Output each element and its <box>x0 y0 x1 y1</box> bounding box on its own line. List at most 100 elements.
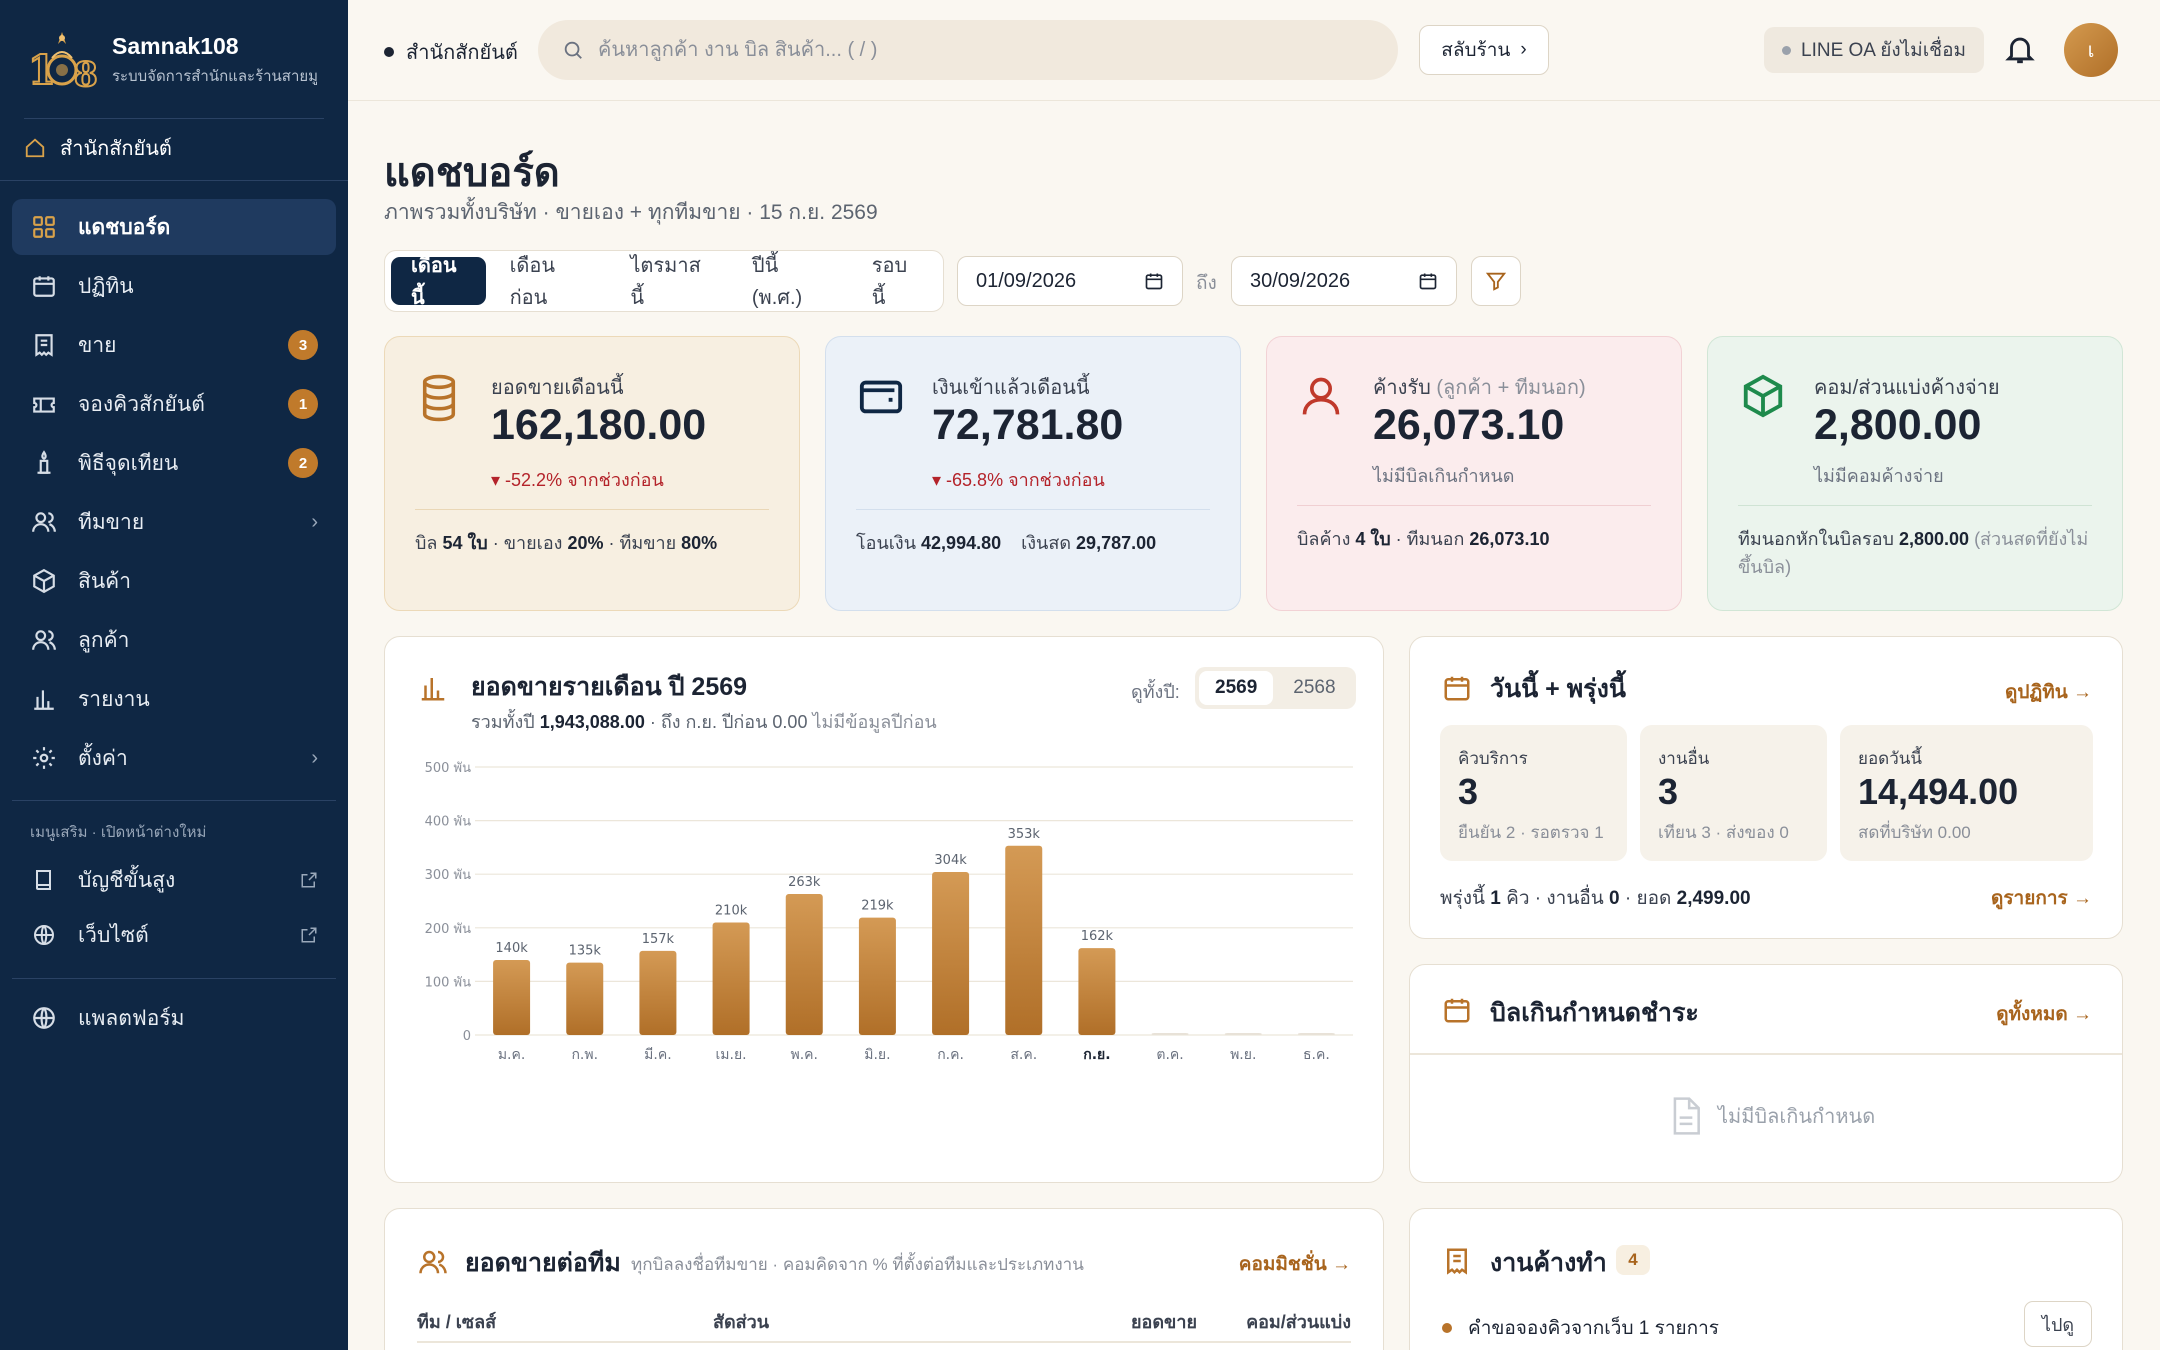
sidebar-item-products[interactable]: สินค้า <box>12 553 336 609</box>
tab-this-month[interactable]: เดือนนี้ <box>391 255 486 309</box>
candle-icon <box>37 450 51 474</box>
calendar-icon <box>1444 676 1470 701</box>
bar <box>858 917 896 1035</box>
y-tick-label: 0 <box>463 1029 471 1044</box>
sidebar-item-settings[interactable]: ตั้งค่า › <box>12 730 336 786</box>
bar <box>1078 948 1116 1035</box>
tab-this-cycle[interactable]: รอบนี้ <box>852 255 937 309</box>
mini-stat-label: ยอดวันนี้ <box>1858 749 1922 768</box>
bar-chart-icon <box>34 690 54 710</box>
column-header-commission[interactable]: คอม/ส่วนแบ่ง <box>1246 1307 1351 1336</box>
date-from-value: 01/09/2026 <box>976 269 1077 292</box>
date-from-field[interactable]: 01/09/2026 <box>957 256 1183 306</box>
commission-link[interactable]: คอมมิชชั่น → <box>1239 1249 1351 1279</box>
divider <box>856 509 1210 510</box>
mini-stat-services[interactable]: คิวบริการ 3 ยืนยัน 2 · รอตรวจ 1 <box>1440 725 1627 861</box>
x-tick-label: ม.ค. <box>498 1047 526 1063</box>
mini-stat-other-jobs[interactable]: งานอื่น 3 เทียน 3 · ส่งของ 0 <box>1640 725 1827 861</box>
go-to-task-button[interactable]: ไปดู <box>2024 1301 2092 1347</box>
topbar: สำนักสักยันต์ สลับร้าน › LINE OA ยังไม่เ… <box>348 0 2160 101</box>
search-input[interactable] <box>598 38 1374 62</box>
column-header-share[interactable]: สัดส่วน <box>713 1307 769 1336</box>
view-list-link[interactable]: ดูรายการ → <box>1991 883 2092 913</box>
office-selector[interactable]: สำนักสักยันต์ <box>24 132 172 164</box>
x-tick-label: ก.ย. <box>1083 1047 1110 1063</box>
stat-label: ยอดขายเดือนนี้ <box>491 377 624 399</box>
mini-stat-sub: สดที่บริษัท 0.00 <box>1858 823 1971 842</box>
users-icon <box>419 1250 447 1274</box>
tab-this-quarter[interactable]: ไตรมาสนี้ <box>610 255 728 309</box>
stat-value: 26,073.10 <box>1373 401 1565 449</box>
coins-icon <box>422 374 456 422</box>
today-tomorrow-title: วันนี้ + พรุ่งนี้ <box>1490 675 1626 703</box>
sidebar-item-advanced-accounting[interactable]: บัญชีขั้นสูง <box>12 852 336 908</box>
chevron-right-icon: › <box>311 746 318 769</box>
search-bar[interactable] <box>538 20 1398 80</box>
x-tick-label: ส.ค. <box>1010 1047 1037 1063</box>
box-icon <box>33 568 55 594</box>
stat-label: เงินเข้าแล้วเดือนนี้ <box>932 377 1090 399</box>
calendar-icon <box>1419 273 1437 290</box>
y-tick-label: 400 พัน <box>425 815 472 830</box>
stat-card-income[interactable]: เงินเข้าแล้วเดือนนี้ 72,781.80 ▾ -65.8% … <box>825 336 1241 611</box>
column-header-team[interactable]: ทีม / เซลส์ <box>417 1307 496 1336</box>
home-icon <box>25 138 45 158</box>
page-title: แดชบอร์ด <box>384 151 560 195</box>
avatar[interactable]: เ <box>2064 23 2118 77</box>
team-sales-card: ยอดขายต่อทีม ทุกบิลลงชื่อทีมขาย · คอมคิด… <box>384 1208 1384 1350</box>
sidebar-item-website[interactable]: เว็บไซต์ <box>12 907 336 963</box>
book-icon <box>36 870 51 890</box>
bar <box>1297 1033 1335 1035</box>
sidebar-item-customers[interactable]: ลูกค้า <box>12 612 336 668</box>
year-tab-2568[interactable]: 2568 <box>1277 671 1351 705</box>
view-year-label: ดูทั้งปี: <box>1131 682 1180 702</box>
stat-card-receivable[interactable]: ค้างรับ (ลูกค้า + ทีมนอก) 26,073.10 ไม่ม… <box>1266 336 1682 611</box>
stat-card-sales[interactable]: ยอดขายเดือนนี้ 162,180.00 ▾ -52.2% จากช่… <box>384 336 800 611</box>
x-tick-label: ก.ค. <box>937 1047 964 1063</box>
sidebar-item-platform[interactable]: แพลตฟอร์ม <box>12 990 336 1046</box>
empty-state-text: ไม่มีบิลเกินกำหนด <box>1718 1106 1876 1128</box>
column-header-sales[interactable]: ยอดขาย <box>1131 1307 1197 1336</box>
date-to-field[interactable]: 30/09/2026 <box>1231 256 1457 306</box>
mini-stat-today-sales[interactable]: ยอดวันนี้ 14,494.00 สดที่บริษัท 0.00 <box>1840 725 2093 861</box>
bar <box>932 872 970 1035</box>
year-tab-2569[interactable]: 2569 <box>1199 671 1274 705</box>
data-label: 140k <box>495 941 528 956</box>
tab-this-year[interactable]: ปีนี้ (พ.ศ.) <box>732 255 848 309</box>
sidebar-item-dashboard[interactable]: แดชบอร์ด <box>12 199 336 255</box>
brand-subtitle: ระบบจัดการสำนักและร้านสายมู <box>112 67 319 85</box>
breadcrumb[interactable]: สำนักสักยันต์ <box>384 36 518 68</box>
document-icon <box>1673 1097 1700 1135</box>
view-calendar-link[interactable]: ดูปฏิทิน → <box>2005 677 2092 707</box>
monthly-sales-card: ยอดขายรายเดือน ปี 2569 รวมทั้งปี 1,943,0… <box>384 636 1384 1183</box>
data-label: 263k <box>788 875 821 890</box>
sidebar-item-sales[interactable]: ขาย 3 <box>12 317 336 373</box>
user-icon <box>1302 377 1340 415</box>
sidebar-item-reports[interactable]: รายงาน <box>12 671 336 727</box>
sidebar-item-label: รายงาน <box>78 687 150 711</box>
switch-shop-button[interactable]: สลับร้าน › <box>1419 25 1549 75</box>
bell-icon[interactable] <box>2003 32 2037 66</box>
sidebar-item-booking[interactable]: จองคิวสักยันต์ 1 <box>12 376 336 432</box>
bullet-icon <box>1442 1323 1452 1333</box>
arrow-right-icon: → <box>2073 682 2092 703</box>
view-all-link[interactable]: ดูทั้งหมด → <box>1996 999 2092 1029</box>
brand[interactable]: 1 8 Samnak108 ระบบจัดการสำนักและร้านสายม… <box>24 28 318 92</box>
sidebar-item-sales-team[interactable]: ทีมขาย › <box>12 494 336 550</box>
bar-chart-icon <box>421 678 445 701</box>
sidebar-item-calendar[interactable]: ปฏิทิน <box>12 258 336 314</box>
x-tick-label: ต.ค. <box>1156 1047 1183 1063</box>
tab-last-month[interactable]: เดือนก่อน <box>490 255 607 309</box>
sidebar-item-candle-ceremony[interactable]: พิธีจุดเทียน 2 <box>12 435 336 491</box>
x-tick-label: มิ.ย. <box>864 1047 890 1063</box>
data-label: 210k <box>715 903 748 918</box>
extra-menu-heading: เมนูเสริม · เปิดหน้าต่างใหม่ <box>30 824 207 841</box>
stat-footer: ทีมนอกหักในบิลรอบ 2,800.00 (ส่วนสดที่ยัง… <box>1738 529 2089 577</box>
filter-button[interactable] <box>1471 256 1521 306</box>
stat-value: 72,781.80 <box>932 401 1124 449</box>
stat-card-commission[interactable]: คอม/ส่วนแบ่งค้างจ่าย 2,800.00 ไม่มีคอมค้… <box>1707 336 2123 611</box>
wallet-icon <box>859 380 903 414</box>
line-oa-status[interactable]: LINE OA ยังไม่เชื่อม <box>1764 27 1985 73</box>
divider <box>1297 505 1651 506</box>
pending-tasks-card: งานค้างทำ 4 คำขอจองคิวจากเว็บ 1 รายการ ไ… <box>1409 1208 2123 1350</box>
